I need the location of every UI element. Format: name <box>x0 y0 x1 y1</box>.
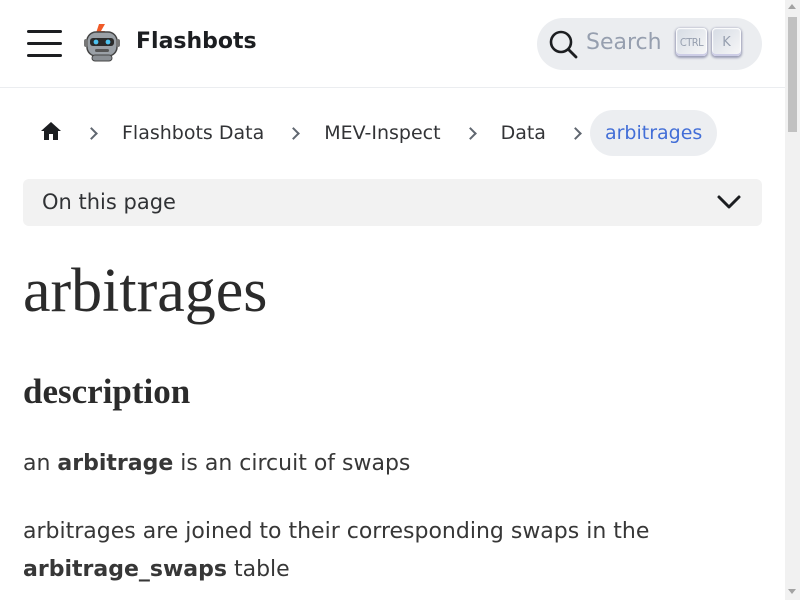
navbar: Flashbots Search CTRL K <box>0 0 785 88</box>
p1-text-pre: an <box>23 451 58 476</box>
breadcrumb-data[interactable]: Data <box>485 110 562 156</box>
breadcrumb-home[interactable] <box>24 110 78 156</box>
paragraph-arbitrage-definition: an arbitrage is an circuit of swaps <box>23 445 763 483</box>
search-icon <box>548 29 578 59</box>
breadcrumb-separator-icon <box>289 128 299 138</box>
flashbots-robot-logo[interactable] <box>83 22 121 62</box>
scroll-down-arrow-icon[interactable] <box>788 589 796 594</box>
p2-text-post: table <box>226 557 290 582</box>
k-key-hint: K <box>712 28 741 56</box>
page-title: arbitrages <box>23 257 268 325</box>
section-heading-description: description <box>23 372 191 411</box>
p1-text-post: is an circuit of swaps <box>173 451 411 476</box>
chevron-down-icon[interactable] <box>716 191 742 213</box>
scroll-up-arrow-icon[interactable] <box>788 4 796 9</box>
toc-label: On this page <box>42 190 176 214</box>
p2-strong: arbitrage_swaps <box>23 557 227 582</box>
breadcrumb-flashbots-data[interactable]: Flashbots Data <box>106 110 280 156</box>
hamburger-menu-icon[interactable] <box>27 29 63 59</box>
breadcrumb: Flashbots Data MEV-Inspect Data arbitrag… <box>24 110 718 156</box>
brand-title[interactable]: Flashbots <box>136 29 257 54</box>
breadcrumb-mev-inspect[interactable]: MEV-Inspect <box>308 110 456 156</box>
p2-text-pre: arbitrages are joined to their correspon… <box>23 519 650 544</box>
search-placeholder: Search <box>586 30 662 55</box>
breadcrumb-separator-icon <box>87 128 97 138</box>
ctrl-key-hint: CTRL <box>676 28 707 56</box>
home-icon <box>40 121 62 145</box>
search-button[interactable]: Search CTRL K <box>537 18 762 70</box>
breadcrumb-current-arbitrages: arbitrages <box>589 110 718 156</box>
breadcrumb-separator-icon <box>571 128 581 138</box>
breadcrumb-separator-icon <box>466 128 476 138</box>
vertical-scrollbar[interactable] <box>785 0 800 600</box>
p1-strong: arbitrage <box>57 451 174 476</box>
paragraph-arbitrage-swaps: arbitrages are joined to their correspon… <box>23 513 763 589</box>
scroll-thumb[interactable] <box>788 17 797 132</box>
on-this-page-toggle[interactable]: On this page <box>23 179 762 226</box>
